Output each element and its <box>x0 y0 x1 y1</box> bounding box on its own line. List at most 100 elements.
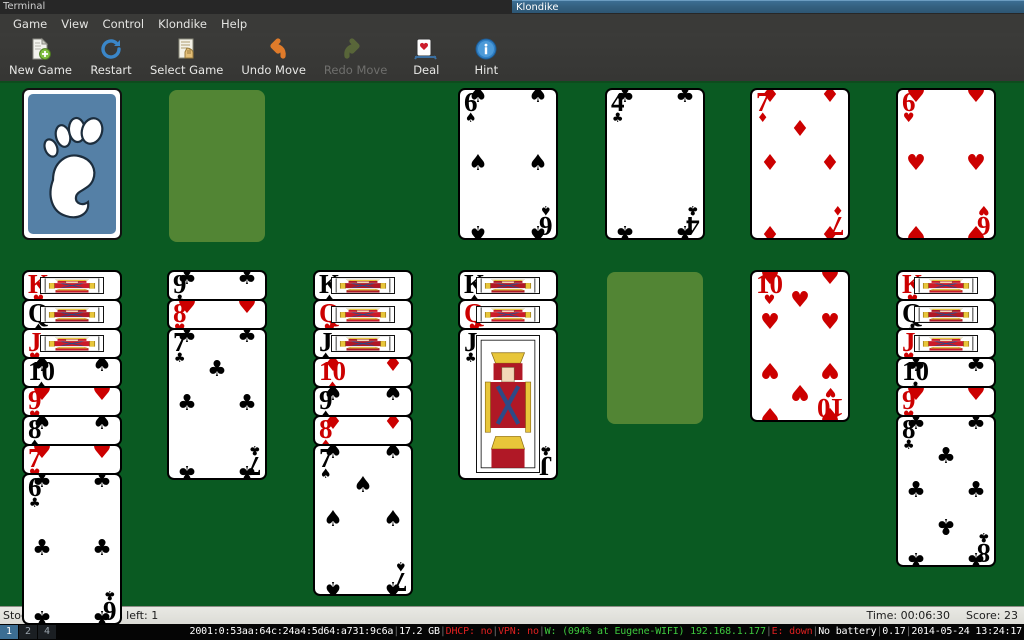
tableau-card[interactable]: 9 ♥ ♥ ♥ <box>22 386 122 417</box>
select-game-icon <box>175 36 199 62</box>
card-pip-clubs-icon: ♣ <box>966 357 986 377</box>
card-pip-spades-icon: ♠ <box>323 444 343 464</box>
tableau-card[interactable]: 8 ♣ 8 ♣ ♣ ♣ ♣ ♣ ♣ ♣ ♣ ♣ <box>896 415 996 567</box>
tableau-card[interactable]: 9 ♥ ♥ ♥ <box>896 386 996 417</box>
card-suit-diamonds-icon: ♦ <box>831 202 844 218</box>
card-pip-clubs-icon: ♣ <box>936 444 956 469</box>
stock-pile[interactable] <box>22 88 122 240</box>
workspace-switcher[interactable]: 124 <box>0 625 57 639</box>
card-suit-clubs-icon: ♣ <box>902 437 915 453</box>
card-suit-hearts-icon: ♥ <box>902 110 915 126</box>
menu-item-help[interactable]: Help <box>214 15 254 33</box>
card-pip-hearts-icon: ♥ <box>237 299 257 319</box>
tableau-card[interactable]: 10 ♣ ♣ ♣ <box>896 357 996 388</box>
tableau-card[interactable]: K ♥ <box>22 270 122 301</box>
active-window-title[interactable]: Klondike <box>512 0 1024 13</box>
court-card-picture <box>476 277 540 294</box>
time-label: Time: <box>866 609 898 622</box>
toolbar-undo-move-button[interactable]: Undo Move <box>232 33 315 81</box>
toolbar-new-game-button[interactable]: New Game <box>0 33 81 81</box>
court-card-picture <box>914 277 978 294</box>
tableau-card[interactable]: 7 ♠ 7 ♠ ♠ ♠ ♠ ♠ ♠ ♠ ♠ <box>313 444 413 596</box>
workspace-button-4[interactable]: 4 <box>38 625 56 639</box>
court-card-picture <box>476 335 540 473</box>
tableau-card[interactable]: K ♠ <box>313 270 413 301</box>
card-pip-spades-icon: ♠ <box>92 415 112 435</box>
tableau-card[interactable]: 7 ♥ ♥ ♥ <box>22 444 122 475</box>
workspace-button-2[interactable]: 2 <box>19 625 37 639</box>
tableau-card[interactable]: J ♣ J ♣ <box>458 328 558 480</box>
card-suit-clubs-icon: ♣ <box>103 587 116 603</box>
menu-item-control[interactable]: Control <box>96 15 152 33</box>
tableau-card[interactable]: 7 ♣ 7 ♣ ♣ ♣ ♣ ♣ ♣ ♣ ♣ <box>167 328 267 480</box>
time-status: Time: 00:06:30 <box>866 609 950 622</box>
tableau-card[interactable]: J ♥ <box>22 328 122 359</box>
card-pip-hearts-icon: ♥ <box>820 309 840 335</box>
tableau-card[interactable]: Q ♣ <box>896 299 996 330</box>
menu-item-game[interactable]: Game <box>6 15 54 33</box>
card-pip-hearts-icon: ♥ <box>820 402 840 422</box>
card-pip-diamonds-icon: ♦ <box>820 220 840 240</box>
card-pip-clubs-icon: ♣ <box>675 88 695 108</box>
foundation-pile-1[interactable]: 6 ♠ 6 ♠ ♠ ♠ ♠ ♠ ♠ ♠ <box>458 88 558 240</box>
card-pip-hearts-icon: ♥ <box>966 386 986 406</box>
tableau-card[interactable]: J ♠ <box>313 328 413 359</box>
card-pip-spades-icon: ♠ <box>92 357 112 377</box>
tableau-card[interactable]: 10 ♠ ♠ ♠ <box>22 357 122 388</box>
tableau-card[interactable]: Q ♠ <box>22 299 122 330</box>
workspace-button-1[interactable]: 1 <box>0 625 18 639</box>
card-pip-diamonds-icon: ♦ <box>323 415 343 435</box>
toolbar-deal-button[interactable]: Deal <box>396 33 456 81</box>
card-pip-diamonds-icon: ♦ <box>760 151 780 176</box>
menu-item-view[interactable]: View <box>54 15 95 33</box>
card-suit-spades-icon: ♠ <box>394 558 407 574</box>
ethernet-status: E: down <box>771 626 813 637</box>
tableau-card[interactable]: 8 ♦ ♦ ♦ <box>313 415 413 446</box>
card-pip-group: ♠ ♠ ♠ ♠ ♠ ♠ ♠ <box>323 446 403 594</box>
card-pip-hearts-icon: ♥ <box>820 357 840 383</box>
toolbar-button-label: New Game <box>9 63 72 77</box>
toolbar-select-game-button[interactable]: Select Game <box>141 33 232 81</box>
toolbar-restart-button[interactable]: Restart <box>81 33 141 81</box>
menu-item-klondike[interactable]: Klondike <box>151 15 214 33</box>
menu-bar: Game View Control Klondike Help <box>0 14 1024 33</box>
dhcp-status: DHCP: no <box>445 626 493 637</box>
tableau-card[interactable]: 6 ♣ 6 ♣ ♣ ♣ ♣ ♣ ♣ ♣ <box>22 473 122 625</box>
tableau-card[interactable]: Q ♥ <box>458 299 558 330</box>
toolbar-hint-button[interactable]: Hint <box>456 33 516 81</box>
tableau-card[interactable]: 9 ♠ ♠ ♠ <box>313 386 413 417</box>
undo-arrow-icon <box>261 36 287 62</box>
terminal-window-title[interactable]: Terminal <box>3 0 45 14</box>
tableau-card[interactable]: Q ♥ <box>313 299 413 330</box>
foundation-pile-3[interactable]: 7 ♦ 7 ♦ ♦ ♦ ♦ ♦ ♦ ♦ ♦ <box>750 88 850 240</box>
foundation-pile-2[interactable]: 4 ♣ 4 ♣ ♣ ♣ ♣ ♣ <box>605 88 705 240</box>
game-board[interactable]: 6 ♠ 6 ♠ ♠ ♠ ♠ ♠ ♠ ♠ 4 ♣ 4 ♣ ♣ ♣ ♣ ♣ 7 ♦ 7 ♦ ♦ ♦ ♦ ♦ ♦ ♦ ♦ 6 ♥ 6 ♥ ♥ ♥ ♥ ♥ ♥ ♥ K… <box>0 85 1024 625</box>
tableau-card[interactable]: K ♠ <box>458 270 558 301</box>
deal-card-icon <box>413 36 439 62</box>
card-pip-clubs-icon: ♣ <box>906 478 926 503</box>
tableau-card[interactable]: 8 ♠ ♠ ♠ <box>22 415 122 446</box>
card-suit-clubs-icon: ♣ <box>611 110 624 126</box>
tableau-card[interactable]: 10 ♥ 10 ♥ ♥ ♥ ♥ ♥ ♥ ♥ ♥ ♥ ♥ ♥ <box>750 270 850 422</box>
card-pip-spades-icon: ♠ <box>383 386 403 406</box>
tableau-card[interactable]: K ♥ <box>896 270 996 301</box>
card-pip-hearts-icon: ♥ <box>760 357 780 383</box>
card-pip-hearts-icon: ♥ <box>790 288 810 314</box>
card-pip-hearts-icon: ♥ <box>820 270 840 290</box>
time-score-status: Time: 00:06:30 Score: 23 <box>866 609 1018 622</box>
toolbar-button-label: Redo Move <box>323 63 388 77</box>
card-pip-spades-icon: ♠ <box>323 507 343 532</box>
window-titlebar: Terminal Klondike <box>0 0 1024 14</box>
card-pip-diamonds-icon: ♦ <box>790 117 810 142</box>
tableau-card[interactable]: 8 ♥ ♥ ♥ <box>167 299 267 330</box>
card-pip-clubs-icon: ♣ <box>966 547 986 567</box>
tableau-column-5-empty-slot[interactable] <box>607 272 703 424</box>
foundation-pile-4[interactable]: 6 ♥ 6 ♥ ♥ ♥ ♥ ♥ ♥ ♥ <box>896 88 996 240</box>
tableau-card[interactable]: 10 ♦ ♦ ♦ <box>313 357 413 388</box>
card-pip-spades-icon: ♠ <box>528 151 548 176</box>
card-pip-hearts-icon: ♥ <box>906 220 926 240</box>
tableau-card[interactable]: J ♥ <box>896 328 996 359</box>
score-label: Score: <box>965 609 1001 622</box>
waste-pile-empty-slot[interactable] <box>169 90 265 242</box>
tableau-card[interactable]: 9 ♣ ♣ ♣ <box>167 270 267 301</box>
